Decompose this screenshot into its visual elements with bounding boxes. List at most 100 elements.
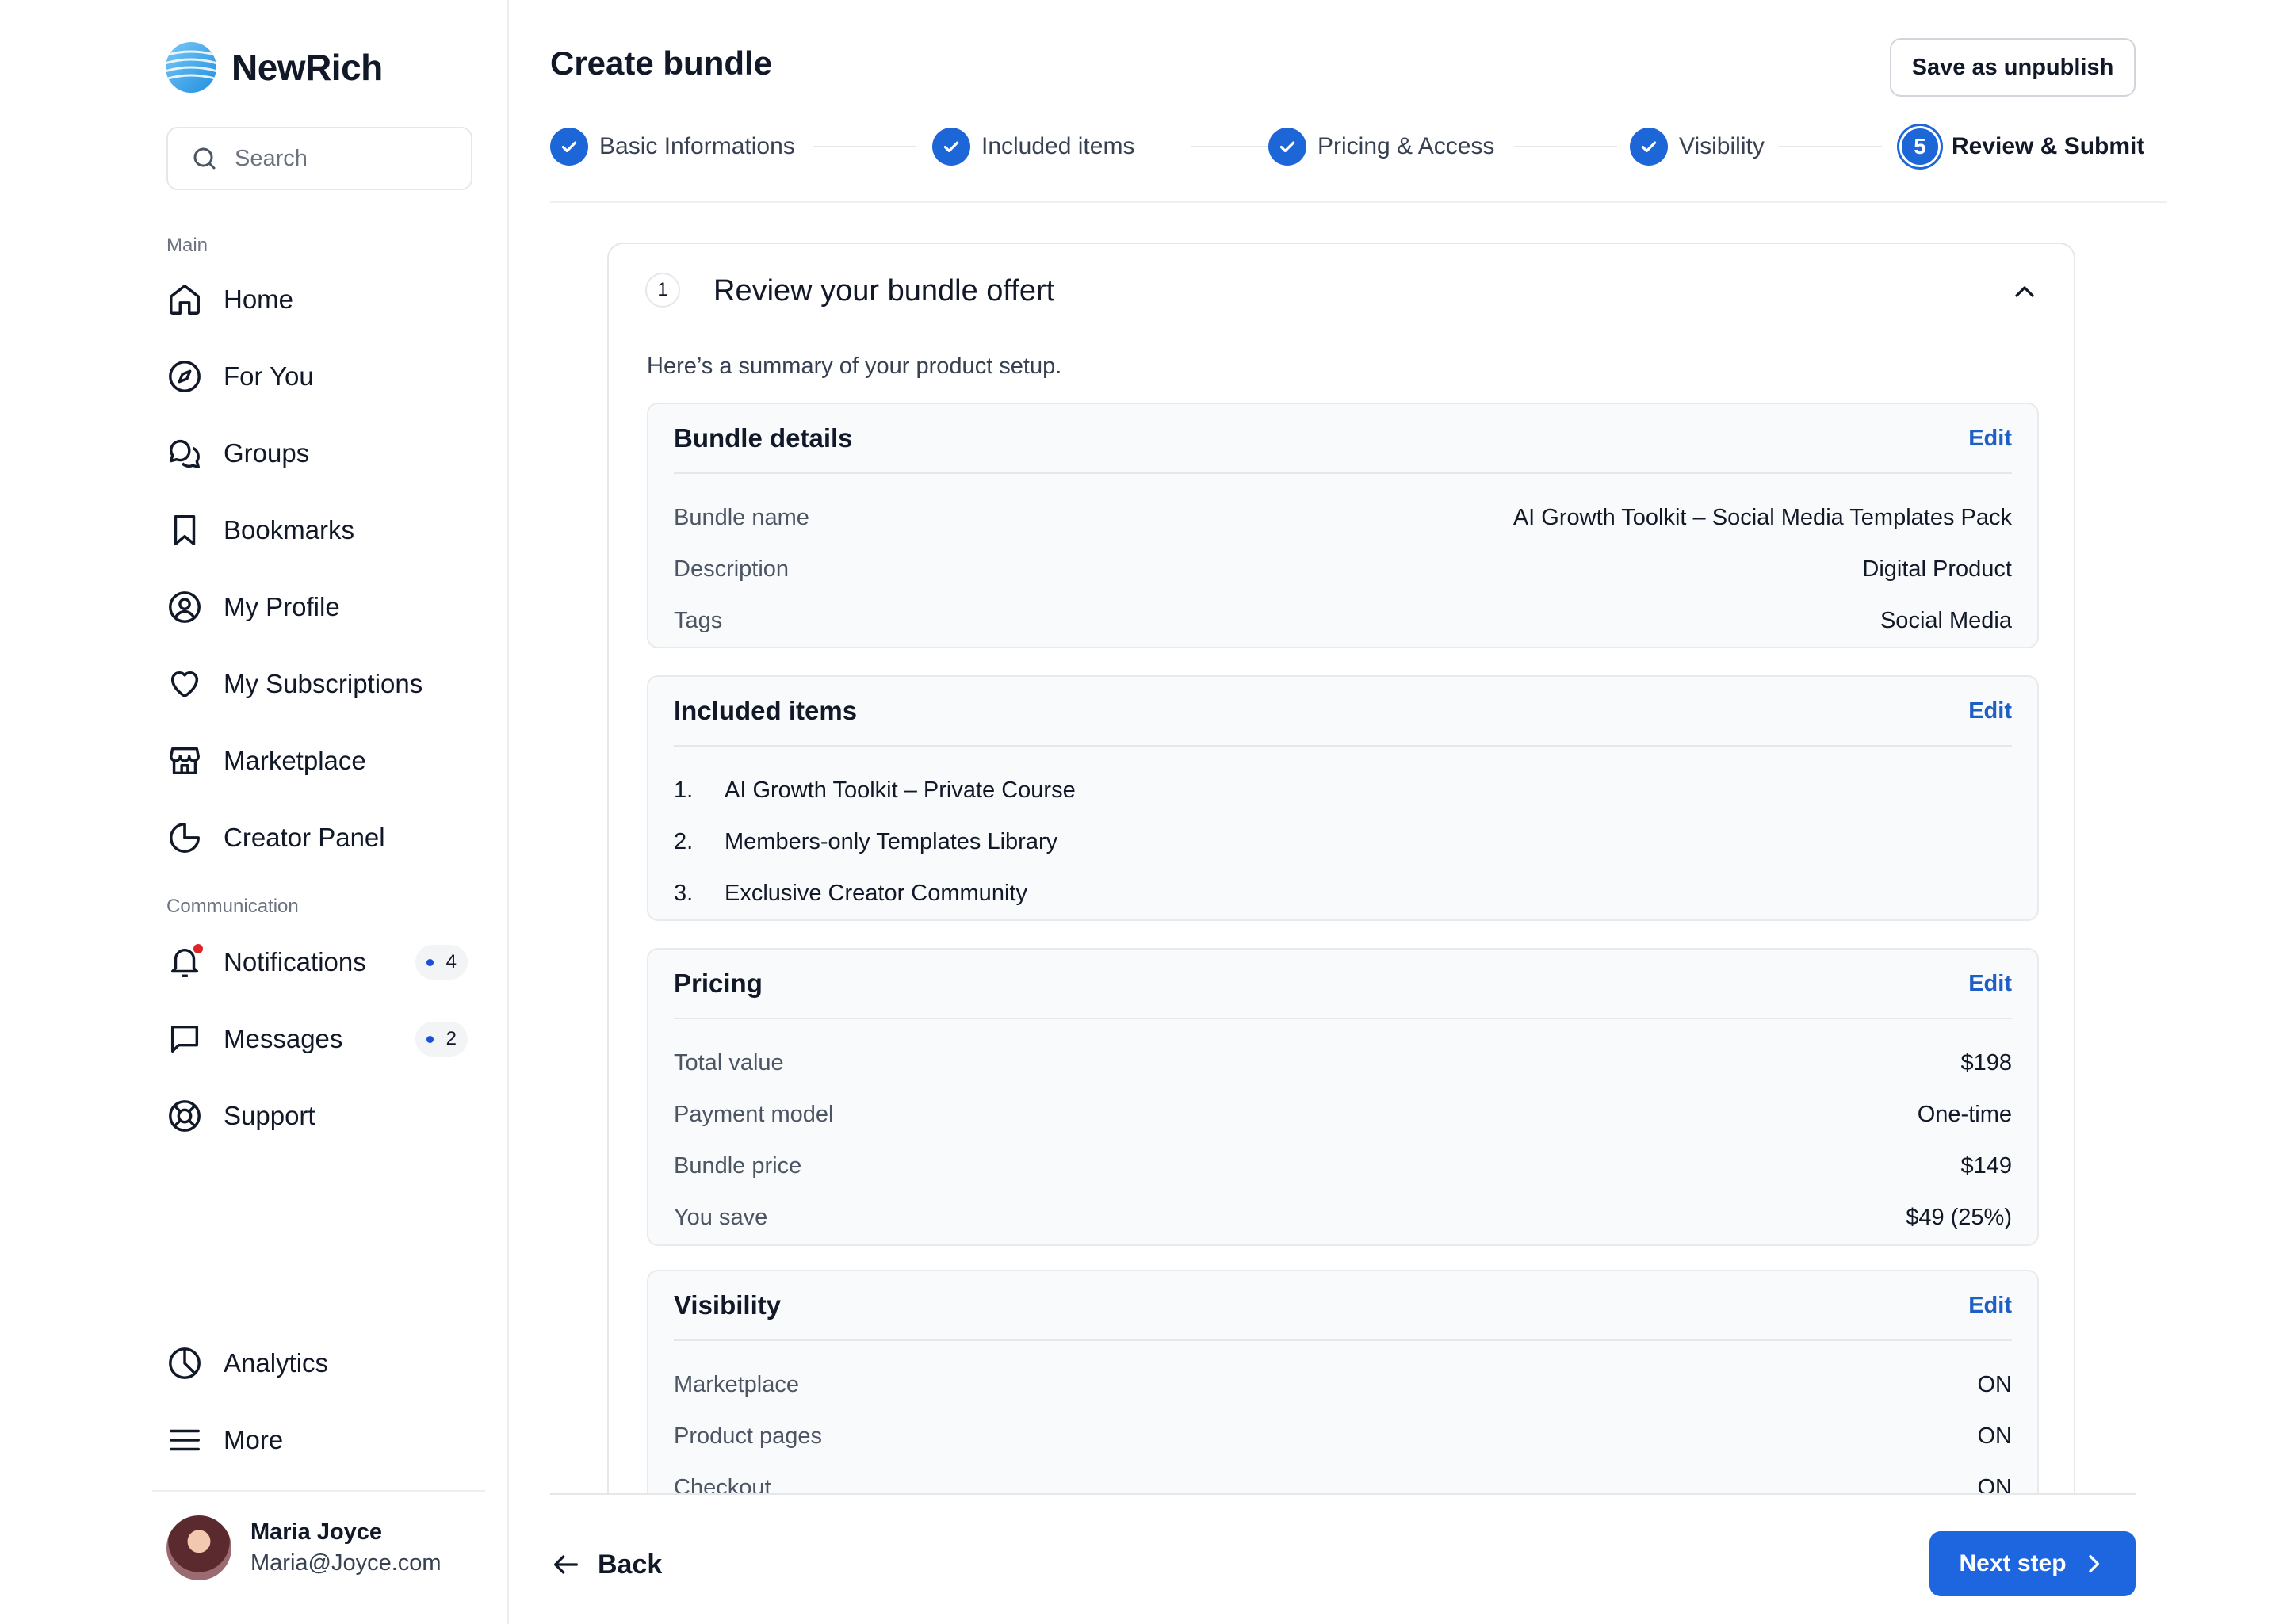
clock-chart-icon — [169, 1347, 201, 1379]
sidebar-item-analytics[interactable]: Analytics — [166, 1338, 472, 1389]
sidebar-item-label: Marketplace — [224, 746, 366, 775]
back-button-label: Back — [598, 1549, 663, 1580]
sidebar-item-home[interactable]: Home — [166, 274, 472, 325]
message-icon — [170, 1025, 199, 1053]
step-review-submit[interactable]: 5 Review & Submit — [1899, 125, 2144, 168]
save-as-unpublish-button[interactable]: Save as unpublish — [1890, 38, 2136, 97]
user-info: Maria Joyce Maria@Joyce.com — [250, 1519, 442, 1576]
check-icon — [1641, 141, 1657, 153]
user-profile[interactable]: Maria Joyce Maria@Joyce.com — [166, 1515, 442, 1580]
detail-row: Payment model One-time — [674, 1101, 2012, 1127]
edit-visibility-link[interactable]: Edit — [1968, 1293, 2012, 1319]
sidebar-item-label: Creator Panel — [224, 823, 385, 852]
step-label: Visibility — [1679, 133, 1765, 159]
sidebar-item-label: My Profile — [224, 592, 340, 621]
store-icon — [170, 747, 200, 775]
step-connector — [1514, 146, 1617, 147]
detail-row: Description Digital Product — [674, 556, 2012, 582]
edit-bundle-details-link[interactable]: Edit — [1968, 426, 2012, 452]
step-basic-informations[interactable]: Basic Informations — [550, 125, 795, 168]
compass-icon — [169, 361, 201, 392]
step-done-indicator — [1630, 128, 1668, 166]
avatar — [166, 1515, 231, 1580]
step-pricing-access[interactable]: Pricing & Access — [1268, 125, 1494, 168]
step-visibility[interactable]: Visibility — [1630, 125, 1765, 168]
sidebar-item-creator-panel[interactable]: Creator Panel — [166, 812, 472, 863]
page-title: Create bundle — [550, 44, 773, 82]
menu-icon — [170, 1429, 200, 1451]
count-badge: 4 — [415, 945, 468, 980]
app-window: NewRich Search Main Home For You Groups … — [0, 0, 2283, 1624]
detail-row: Tags Social Media — [674, 607, 2012, 633]
next-step-button[interactable]: Next step — [1929, 1531, 2136, 1596]
lifebuoy-icon — [169, 1100, 201, 1132]
sidebar-item-more[interactable]: More — [166, 1415, 472, 1465]
count-badge: 2 — [415, 1022, 468, 1057]
stepper: Basic Informations Included items Pricin… — [550, 125, 2144, 168]
bookmark-icon — [174, 515, 196, 545]
chevron-up-icon[interactable] — [2009, 276, 2040, 308]
sidebar-item-label: Notifications — [224, 947, 366, 976]
sidebar-item-label: My Subscriptions — [224, 669, 423, 698]
pie-chart-icon — [170, 823, 200, 853]
sidebar-item-for-you[interactable]: For You — [166, 351, 472, 402]
detail-row: Product pages ON — [674, 1423, 2012, 1449]
check-icon — [1279, 141, 1295, 153]
detail-row: Total value $198 — [674, 1049, 2012, 1076]
section-label-main: Main — [166, 235, 208, 256]
edit-pricing-link[interactable]: Edit — [1968, 971, 2012, 997]
search-icon — [193, 147, 216, 170]
sidebar-item-my-profile[interactable]: My Profile — [166, 582, 472, 632]
sidebar-item-bookmarks[interactable]: Bookmarks — [166, 505, 472, 556]
brand[interactable]: NewRich — [165, 40, 383, 95]
section-header: Visibility Edit — [674, 1271, 2012, 1341]
sidebar-item-label: For You — [224, 361, 314, 391]
edit-included-items-link[interactable]: Edit — [1968, 698, 2012, 724]
section-title: Pricing — [674, 969, 763, 998]
list-item: 2. Members-only Templates Library — [674, 828, 1058, 854]
sidebar-item-groups[interactable]: Groups — [166, 428, 472, 479]
section-header: Bundle details Edit — [674, 404, 2012, 474]
sidebar-item-label: Support — [224, 1101, 315, 1130]
section-header: Included items Edit — [674, 677, 2012, 747]
sidebar-item-messages[interactable]: Messages 2 — [166, 1014, 472, 1064]
section-label-communication: Communication — [166, 896, 299, 917]
included-items-section: Included items Edit 1. AI Growth Toolkit … — [647, 675, 2039, 921]
section-title: Visibility — [674, 1290, 782, 1320]
user-email: Maria@Joyce.com — [250, 1550, 442, 1576]
notification-bell — [166, 944, 203, 980]
step-number: 5 — [1899, 126, 1941, 167]
step-label: Review & Submit — [1952, 133, 2145, 159]
sidebar-item-notifications[interactable]: Notifications 4 — [166, 937, 472, 988]
sidebar-item-support[interactable]: Support — [166, 1091, 472, 1141]
heart-icon — [170, 671, 199, 698]
check-icon — [561, 141, 577, 153]
step-label: Included items — [981, 133, 1135, 159]
home-icon — [170, 285, 200, 315]
sidebar-item-my-subscriptions[interactable]: My Subscriptions — [166, 659, 472, 709]
chevron-right-icon — [2088, 1555, 2099, 1572]
step-label: Pricing & Access — [1317, 133, 1495, 159]
sidebar-item-marketplace[interactable]: Marketplace — [166, 736, 472, 786]
search-input[interactable]: Search — [166, 127, 472, 190]
list-item: 3. Exclusive Creator Community — [674, 880, 1027, 906]
sidebar-divider — [152, 1490, 485, 1492]
step-label: Basic Informations — [599, 133, 795, 159]
sidebar: NewRich Search Main Home For You Groups … — [0, 0, 509, 1624]
back-button[interactable]: Back — [550, 1541, 662, 1588]
bundle-details-section: Bundle details Edit Bundle name AI Growth… — [647, 403, 2039, 648]
header-divider — [550, 201, 2167, 203]
check-icon — [943, 141, 959, 153]
detail-row: Bundle name AI Growth Toolkit – Social Me… — [674, 504, 2012, 530]
card-title: Review your bundle offert — [713, 274, 1055, 308]
section-title: Bundle details — [674, 423, 853, 453]
card-description: Here’s a summary of your product setup. — [647, 353, 1062, 379]
search-placeholder: Search — [235, 145, 308, 171]
step-included-items[interactable]: Included items — [932, 125, 1134, 168]
sidebar-item-label: Groups — [224, 438, 310, 468]
step-connector — [813, 146, 916, 147]
detail-row: Bundle price $149 — [674, 1152, 2012, 1179]
brand-name: NewRich — [231, 47, 383, 88]
step-done-indicator — [932, 128, 970, 166]
list-item: 1. AI Growth Toolkit – Private Course — [674, 777, 1076, 803]
